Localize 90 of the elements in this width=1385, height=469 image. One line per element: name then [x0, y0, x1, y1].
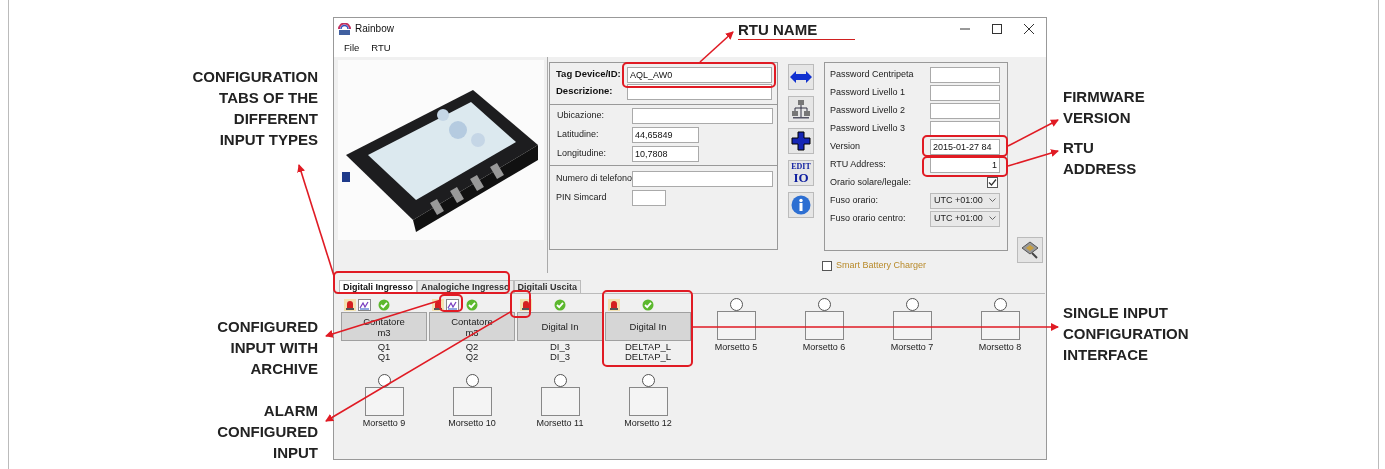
- toolbar-button[interactable]: [788, 64, 814, 90]
- checkbox-label: Smart Battery Charger: [836, 259, 927, 272]
- terminal-label: Morsetto 7: [890, 342, 934, 353]
- callout-text: RTU NAME: [738, 21, 819, 39]
- field-label: Ubicazione:: [557, 109, 606, 123]
- field-label: Numero di telefono: [556, 171, 632, 185]
- input-field[interactable]: 44,65849: [632, 127, 699, 143]
- callout-arrow: [699, 31, 734, 63]
- connector-icon: [1020, 240, 1040, 260]
- menu-item[interactable]: RTU: [371, 40, 391, 56]
- callout-text: CONFIGURATION TABS OF THE DIFFERENT INPUT TYPES: [192, 67, 318, 150]
- callout-text: RTU ADDRESS: [1063, 138, 1137, 179]
- toolbar-button[interactable]: [788, 128, 814, 154]
- input-field[interactable]: [930, 84, 1000, 101]
- setting-label: Password Livello 3: [830, 121, 907, 135]
- input-field[interactable]: [930, 120, 1000, 137]
- check-icon: [554, 299, 566, 311]
- setting-label: Password Livello 2: [830, 103, 907, 117]
- terminal-button[interactable]: [804, 311, 844, 340]
- checkbox[interactable]: [987, 177, 998, 188]
- input-field[interactable]: [632, 189, 666, 206]
- chevron-icon: [989, 198, 996, 203]
- terminal-button[interactable]: Digital In: [605, 312, 691, 341]
- tab[interactable]: Digitali Uscita: [513, 280, 582, 293]
- terminal-tag: Q2 Q2: [465, 342, 479, 362]
- setting-label: Password Livello 1: [830, 85, 907, 99]
- input-field[interactable]: [930, 102, 1000, 119]
- callout-text: SINGLE INPUT CONFIGURATION INTERFACE: [1063, 303, 1189, 365]
- checkbox[interactable]: [822, 260, 832, 271]
- callout-text: FIRMWARE VERSION: [1063, 87, 1145, 128]
- callout-arrow: [1007, 149, 1059, 167]
- terminal-button[interactable]: [628, 387, 668, 416]
- terminal-label: Morsetto 10: [448, 418, 496, 429]
- input-field[interactable]: 10,7808: [632, 146, 699, 162]
- input-field[interactable]: AQL_AW0: [627, 66, 772, 83]
- siren-icon: [344, 299, 356, 311]
- setting-label: RTU Address:: [830, 157, 887, 171]
- setting-label: Version: [830, 139, 862, 153]
- terminal-tag: DI_3 DI_3: [549, 342, 571, 362]
- callout-text: ALARM CONFIGURED INPUT: [217, 401, 318, 463]
- network-icon: [791, 99, 811, 119]
- check-icon: [466, 299, 478, 311]
- setting-label: Orario solare/legale:: [830, 175, 913, 189]
- siren-icon: [608, 299, 620, 311]
- menu-item[interactable]: File: [344, 40, 360, 56]
- terminal-button[interactable]: [540, 387, 580, 416]
- callout-arrow: [1007, 119, 1059, 147]
- close-icon[interactable]: [1024, 23, 1034, 34]
- setting-label: Fuso orario centro:: [830, 211, 907, 225]
- terminal-label: Morsetto 12: [624, 418, 672, 429]
- plus-icon: [791, 131, 811, 151]
- field-label: Longitudine:: [557, 147, 608, 161]
- terminal-label: Morsetto 5: [714, 342, 758, 353]
- input-field[interactable]: 2015-01-27 84: [930, 138, 1000, 155]
- toolbar-button[interactable]: [788, 96, 814, 122]
- terminal-tag: Q1 Q1: [377, 342, 391, 362]
- input-field[interactable]: [632, 170, 773, 187]
- check-icon: [642, 299, 654, 311]
- dropdown[interactable]: UTC +01:00: [930, 210, 1000, 227]
- check-icon: [378, 299, 390, 311]
- terminal-button[interactable]: Digital In: [517, 312, 603, 341]
- field-label: PIN Simcard: [556, 190, 608, 204]
- chart-icon: [446, 299, 459, 311]
- chevron-icon: [989, 216, 996, 221]
- callout-text: CONFIGURED INPUT WITH ARCHIVE: [217, 317, 318, 379]
- connector-button[interactable]: [1017, 237, 1043, 263]
- terminal-label: Morsetto 6: [802, 342, 846, 353]
- double-arrow-icon: [790, 71, 812, 83]
- terminal-label: Morsetto 8: [978, 342, 1022, 353]
- terminal-button[interactable]: [980, 311, 1020, 340]
- terminal-button[interactable]: [716, 311, 756, 340]
- input-field[interactable]: [930, 66, 1000, 83]
- field-label: Tag Device/ID:: [556, 67, 622, 82]
- window-title: Rainbow: [355, 22, 394, 36]
- dropdown[interactable]: UTC +01:00: [930, 192, 1000, 209]
- field-label: Latitudine:: [557, 128, 600, 142]
- terminal-button[interactable]: [892, 311, 932, 340]
- input-field[interactable]: [632, 108, 773, 124]
- setting-label: Password Centripeta: [830, 67, 915, 81]
- terminal-label: Morsetto 11: [536, 418, 584, 429]
- maximize-icon[interactable]: [992, 23, 1002, 34]
- info-icon: [791, 195, 811, 215]
- terminal-button[interactable]: [452, 387, 492, 416]
- app-logo-icon: [338, 22, 351, 35]
- terminal-label: Morsetto 9: [362, 418, 406, 429]
- setting-label: Fuso orario:: [830, 193, 880, 207]
- field-label: Descrizione:: [556, 84, 614, 99]
- chart-icon: [358, 299, 371, 311]
- terminal-tag: DELTAP_L DELTAP_L: [624, 342, 672, 362]
- terminal-button[interactable]: [364, 387, 404, 416]
